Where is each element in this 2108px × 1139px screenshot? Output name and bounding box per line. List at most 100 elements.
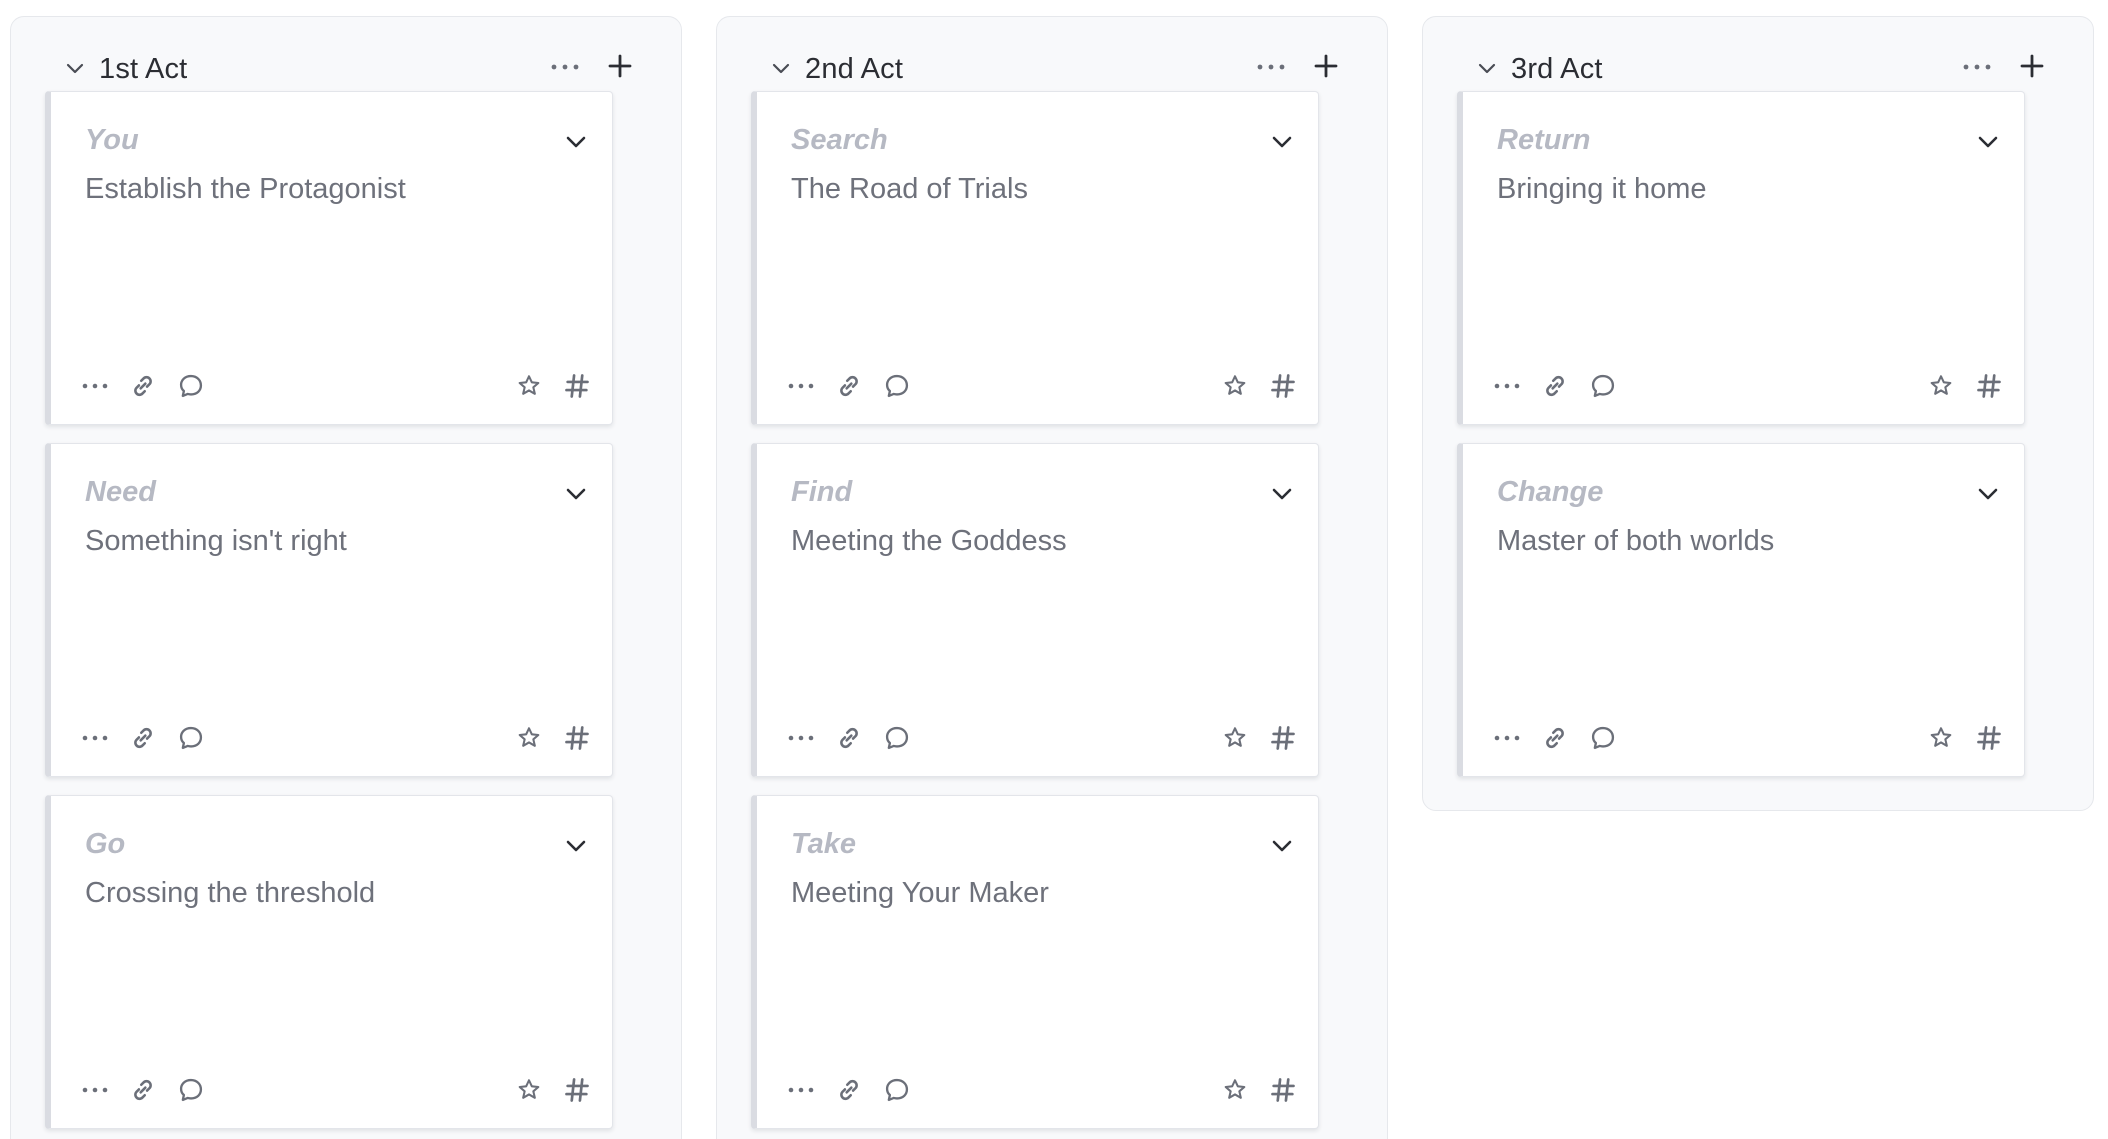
more-horizontal-icon: [1257, 64, 1285, 70]
card-comment-button[interactable]: [877, 1070, 917, 1110]
card-more-button[interactable]: [75, 1070, 115, 1110]
card-star-button[interactable]: [1215, 1070, 1255, 1110]
comment-icon: [179, 374, 203, 398]
add-card-button[interactable]: [603, 49, 637, 83]
card-tag-button[interactable]: [1263, 366, 1303, 406]
card-more-button[interactable]: [1487, 366, 1527, 406]
card-star-button[interactable]: [1215, 718, 1255, 758]
card-footer: [1463, 366, 2024, 406]
card-label: You: [85, 124, 139, 156]
card-expand-button[interactable]: [562, 128, 590, 156]
card-expand-button[interactable]: [1268, 832, 1296, 860]
more-horizontal-icon: [1963, 64, 1991, 70]
card-expand-button[interactable]: [1974, 480, 2002, 508]
collapse-column-button[interactable]: [1475, 57, 1499, 81]
collapse-column-button[interactable]: [769, 57, 793, 81]
card-comment-button[interactable]: [171, 718, 211, 758]
card-link-button[interactable]: [123, 718, 163, 758]
more-horizontal-icon: [788, 1087, 814, 1093]
more-horizontal-icon: [788, 735, 814, 741]
card-star-button[interactable]: [509, 1070, 549, 1110]
story-card[interactable]: You Establish the Protagonist: [45, 91, 613, 425]
card-more-button[interactable]: [75, 718, 115, 758]
add-card-button[interactable]: [1309, 49, 1343, 83]
card-tag-button[interactable]: [1263, 1070, 1303, 1110]
card-title[interactable]: Something isn't right: [85, 525, 347, 558]
story-card[interactable]: Need Something isn't right: [45, 443, 613, 777]
card-comment-button[interactable]: [171, 366, 211, 406]
story-card[interactable]: Return Bringing it home: [1457, 91, 2025, 425]
link-icon: [134, 1079, 152, 1101]
card-more-button[interactable]: [781, 1070, 821, 1110]
card-expand-button[interactable]: [1974, 128, 2002, 156]
comment-icon: [885, 1078, 909, 1102]
card-title[interactable]: Crossing the threshold: [85, 877, 375, 910]
card-tag-button[interactable]: [557, 718, 597, 758]
story-card[interactable]: Change Master of both worlds: [1457, 443, 2025, 777]
column-more-button[interactable]: [1957, 57, 1997, 77]
link-icon: [840, 1079, 858, 1101]
card-title[interactable]: Meeting the Goddess: [791, 525, 1067, 558]
comment-icon: [885, 374, 909, 398]
card-title[interactable]: Bringing it home: [1497, 173, 1707, 206]
card-comment-button[interactable]: [1583, 718, 1623, 758]
card-link-button[interactable]: [829, 1070, 869, 1110]
star-icon: [518, 1079, 540, 1099]
card-tag-button[interactable]: [1969, 366, 2009, 406]
card-star-button[interactable]: [1215, 366, 1255, 406]
card-link-button[interactable]: [1535, 718, 1575, 758]
more-horizontal-icon: [788, 383, 814, 389]
card-link-button[interactable]: [829, 718, 869, 758]
card-more-button[interactable]: [75, 366, 115, 406]
card-star-button[interactable]: [1921, 718, 1961, 758]
card-expand-button[interactable]: [562, 480, 590, 508]
collapse-column-button[interactable]: [63, 57, 87, 81]
link-icon: [840, 375, 858, 397]
more-horizontal-icon: [82, 735, 108, 741]
card-tag-button[interactable]: [557, 366, 597, 406]
card-tag-button[interactable]: [1969, 718, 2009, 758]
link-icon: [1546, 375, 1564, 397]
card-expand-button[interactable]: [562, 832, 590, 860]
story-card[interactable]: Take Meeting Your Maker: [751, 795, 1319, 1129]
card-link-button[interactable]: [1535, 366, 1575, 406]
hashtag-icon: [565, 726, 589, 750]
more-horizontal-icon: [551, 64, 579, 70]
card-link-button[interactable]: [123, 1070, 163, 1110]
card-expand-button[interactable]: [1268, 128, 1296, 156]
column-more-button[interactable]: [545, 57, 585, 77]
card-title[interactable]: Establish the Protagonist: [85, 173, 406, 206]
card-expand-button[interactable]: [1268, 480, 1296, 508]
story-card[interactable]: Find Meeting the Goddess: [751, 443, 1319, 777]
card-comment-button[interactable]: [877, 718, 917, 758]
card-tag-button[interactable]: [1263, 718, 1303, 758]
card-link-button[interactable]: [123, 366, 163, 406]
card-comment-button[interactable]: [1583, 366, 1623, 406]
chevron-down-icon: [566, 136, 586, 148]
card-title[interactable]: Meeting Your Maker: [791, 877, 1049, 910]
story-card[interactable]: Go Crossing the threshold: [45, 795, 613, 1129]
card-more-button[interactable]: [781, 366, 821, 406]
card-more-button[interactable]: [1487, 718, 1527, 758]
card-title[interactable]: Master of both worlds: [1497, 525, 1774, 558]
card-footer: [51, 1070, 612, 1110]
card-star-button[interactable]: [1921, 366, 1961, 406]
link-icon: [134, 375, 152, 397]
card-comment-button[interactable]: [171, 1070, 211, 1110]
story-card[interactable]: Search The Road of Trials: [751, 91, 1319, 425]
more-horizontal-icon: [1494, 383, 1520, 389]
card-link-button[interactable]: [829, 366, 869, 406]
card-label: Search: [791, 124, 888, 156]
card-comment-button[interactable]: [877, 366, 917, 406]
card-star-button[interactable]: [509, 718, 549, 758]
column-1st-act: 1st Act You Establish the Protagonist Ne…: [10, 16, 682, 1139]
column-more-button[interactable]: [1251, 57, 1291, 77]
add-card-button[interactable]: [2015, 49, 2049, 83]
card-tag-button[interactable]: [557, 1070, 597, 1110]
star-icon: [1224, 1079, 1246, 1099]
chevron-down-icon: [1272, 136, 1292, 148]
card-title[interactable]: The Road of Trials: [791, 173, 1028, 206]
card-star-button[interactable]: [509, 366, 549, 406]
card-footer: [757, 366, 1318, 406]
card-more-button[interactable]: [781, 718, 821, 758]
